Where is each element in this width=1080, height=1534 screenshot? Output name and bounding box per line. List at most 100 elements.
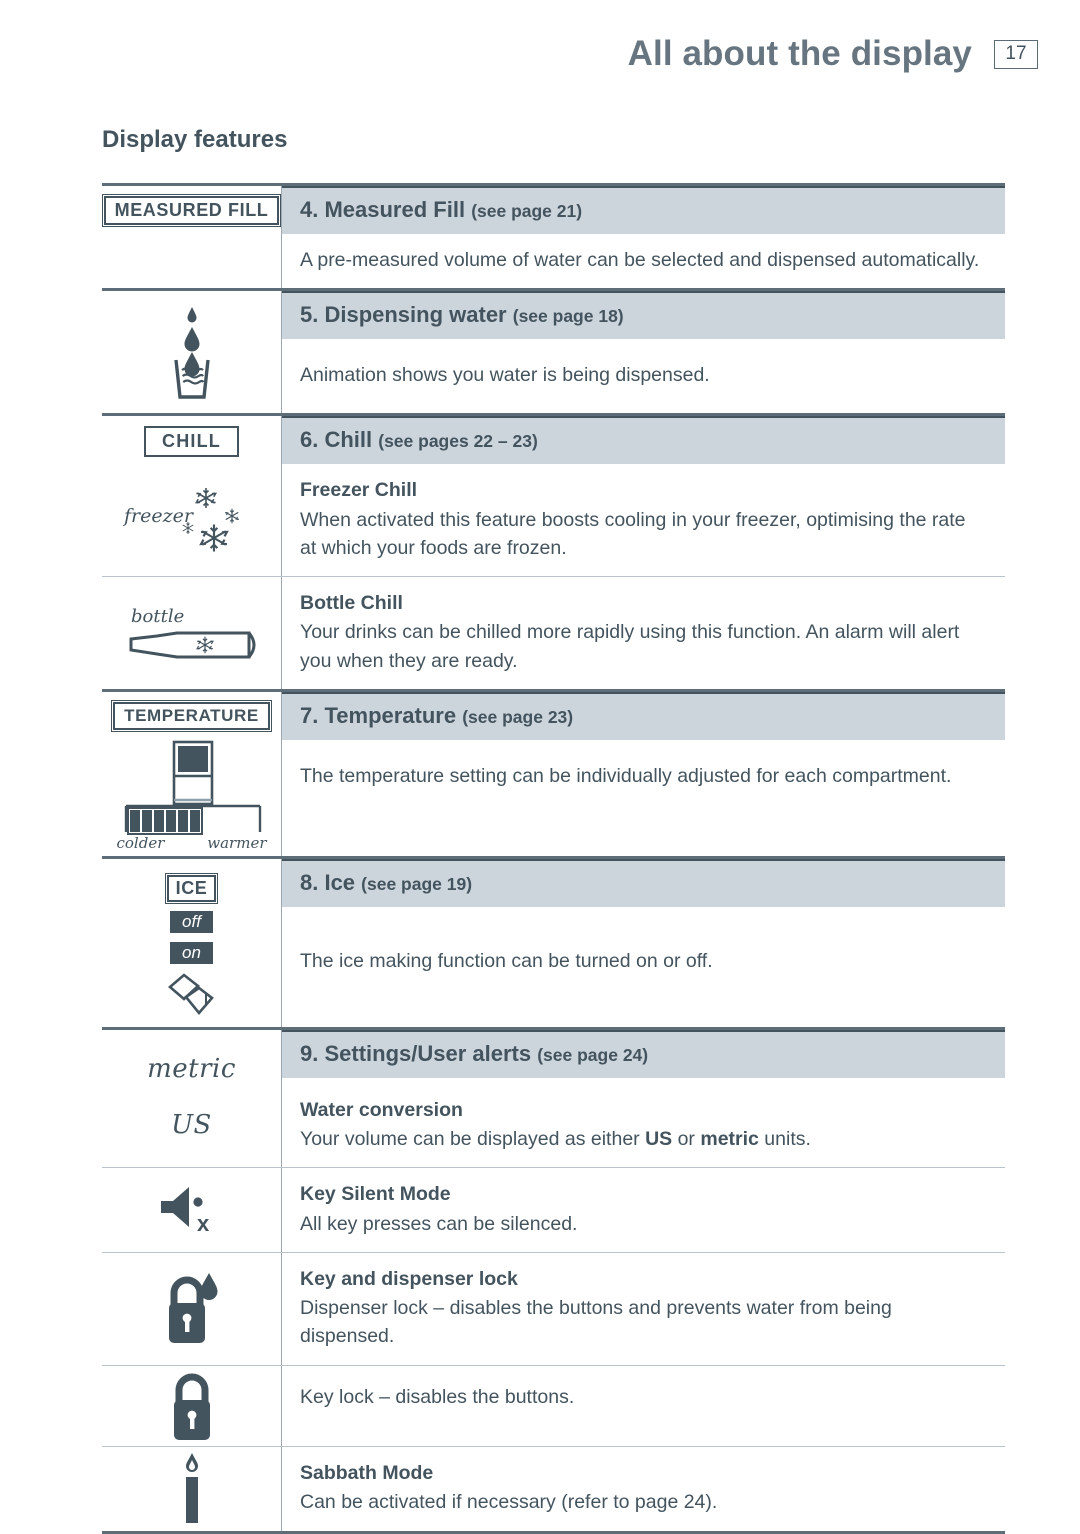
icon-cell-freezer-chill: freezer: [102, 464, 282, 577]
feature-bar-ref: (see page 18): [512, 306, 624, 327]
sub-feature-body: All key presses can be silenced.: [300, 1212, 578, 1235]
table-row: TEMPERATURE colder warmer 7. Temperature…: [102, 691, 1005, 856]
body-bold-us: US: [645, 1128, 673, 1151]
page-number: 17: [1005, 43, 1027, 64]
ice-cubes-icon: [166, 973, 218, 1017]
sub-feature-body: Your volume can be displayed as either U…: [300, 1125, 987, 1153]
feature-bar-settings: 9. Settings/User alerts (see page 24): [282, 1029, 1005, 1078]
table-row: CHILL 6. Chill (see pages 22 – 23): [102, 416, 1005, 465]
feature-group-dispensing-water: 5. Dispensing water (see page 18) Animat…: [102, 288, 1005, 414]
table-row: freezer Freezer Chill When activated thi…: [102, 464, 1005, 577]
feature-group-ice: ICE off on 8. Ice (see page 19) The ice …: [102, 855, 1005, 1027]
page-number-badge: 17: [994, 39, 1038, 69]
temperature-badge-icon: TEMPERATURE: [110, 699, 273, 733]
ice-on-badge: on: [170, 941, 213, 964]
feature-body-sabbath-mode: Sabbath Mode Can be activated if necessa…: [282, 1447, 1005, 1531]
page-title: All about the display: [627, 34, 972, 73]
table-row: 5. Dispensing water (see page 18) Animat…: [102, 291, 1005, 414]
icon-cell-sabbath-mode: [102, 1446, 282, 1531]
feature-bar-measured-fill: 4. Measured Fill (see page 21): [282, 186, 1005, 234]
feature-group-measured-fill: MEASURED FILL 4. Measured Fill (see page…: [100, 183, 1005, 289]
icon-cell-temperature: TEMPERATURE colder warmer: [102, 691, 282, 856]
feature-bar-dispensing-water: 5. Dispensing water (see page 18): [282, 291, 1005, 340]
svg-text:bottle: bottle: [131, 606, 184, 627]
table-row: metric US 9. Settings/User alerts (see p…: [102, 1029, 1005, 1168]
feature-body-ice: The ice making function can be turned on…: [300, 949, 713, 972]
section-title: Display features: [102, 126, 288, 153]
text-cell-key-dispenser-lock: Key and dispenser lock Dispenser lock – …: [282, 1253, 1005, 1365]
document-page: All about the display 17 Display feature…: [0, 0, 1080, 1534]
feature-bar-title: 4. Measured Fill: [300, 197, 466, 222]
text-cell-freezer-chill: Freezer Chill When activated this featur…: [282, 464, 1005, 576]
chill-badge-icon: CHILL: [144, 426, 239, 458]
icon-cell-units: metric US: [102, 1029, 282, 1168]
feature-bar-ref: (see page 21): [471, 201, 583, 221]
icon-cell-measured-fill: MEASURED FILL: [100, 186, 283, 289]
temperature-colder-label: colder: [116, 833, 165, 852]
feature-body-bottle-chill: Bottle Chill Your drinks can be chilled …: [282, 577, 1005, 689]
table-row: x Key Silent Mode All key presses can be…: [102, 1167, 1005, 1252]
table-row: bottle Bottle Chill Your drinks can be c…: [102, 576, 1005, 689]
feature-bar-title: 6. Chill: [300, 427, 373, 453]
padlock-icon: [166, 1370, 218, 1442]
feature-body-measured-fill: A pre-measured volume of water can be se…: [300, 249, 980, 271]
feature-group-chill: CHILL 6. Chill (see pages 22 – 23) freez…: [102, 413, 1005, 689]
body-mid: or: [672, 1128, 701, 1151]
sub-feature-title: Water conversion: [300, 1098, 463, 1121]
text-cell-key-lock: Key lock – disables the buttons.: [282, 1366, 1005, 1446]
feature-group-settings-user-alerts: metric US 9. Settings/User alerts (see p…: [102, 1026, 1005, 1534]
svg-text:x: x: [197, 1211, 210, 1236]
bottle-snowflake-icon: bottle: [117, 596, 267, 670]
sub-feature-body: Can be activated if necessary (refer to …: [300, 1490, 718, 1513]
sub-feature-title: Sabbath Mode: [300, 1461, 434, 1484]
table-row: ICE off on 8. Ice (see page 19) The ice …: [102, 858, 1005, 1027]
feature-bar-ref: (see pages 22 – 23): [378, 431, 538, 452]
temperature-warmer-label: warmer: [207, 833, 267, 852]
icon-cell-chill: CHILL: [102, 416, 282, 465]
feature-bar-chill: 6. Chill (see pages 22 – 23): [282, 416, 1005, 465]
icon-cell-key-silent-mode: x: [102, 1168, 282, 1252]
feature-bar-title: 7. Temperature: [300, 702, 457, 728]
feature-body-temperature: The temperature setting can be individua…: [300, 764, 952, 787]
feature-body-key-lock: Key lock – disables the buttons.: [300, 1385, 575, 1408]
feature-bar-temperature: 7. Temperature (see page 23): [282, 691, 1005, 740]
temperature-slider-icon: [112, 740, 272, 836]
text-cell-temperature: 7. Temperature (see page 23) The tempera…: [282, 691, 1005, 856]
icon-cell-ice: ICE off on: [102, 858, 282, 1027]
text-cell-dispensing-water: 5. Dispensing water (see page 18) Animat…: [282, 291, 1005, 413]
page-header: All about the display 17: [0, 0, 1080, 74]
units-us-label: US: [171, 1109, 212, 1140]
sub-feature-body: Dispenser lock – disables the buttons an…: [300, 1297, 892, 1348]
water-drops-glass-icon: [162, 304, 222, 400]
candle-icon: [172, 1451, 212, 1527]
feature-bar-title: 8. Ice: [300, 869, 356, 895]
text-cell-bottle-chill: Bottle Chill Your drinks can be chilled …: [282, 577, 1005, 689]
freezer-snowflakes-icon: freezer: [122, 480, 262, 560]
sub-feature-title: Key Silent Mode: [300, 1183, 451, 1206]
icon-cell-dispensing-water: [102, 291, 282, 414]
icon-cell-key-lock: [102, 1365, 282, 1446]
speaker-mute-icon: x: [155, 1181, 229, 1239]
sub-feature-body: When activated this feature boosts cooli…: [300, 508, 966, 559]
body-bold-metric: metric: [700, 1128, 759, 1151]
text-cell-settings: 9. Settings/User alerts (see page 24) Wa…: [282, 1029, 1005, 1168]
ice-badge-icon: ICE: [163, 872, 220, 905]
table-row: MEASURED FILL 4. Measured Fill (see page…: [100, 186, 1005, 289]
body-suffix: units.: [758, 1128, 811, 1151]
feature-bar-title: 5. Dispensing water: [300, 302, 507, 328]
table-row: Sabbath Mode Can be activated if necessa…: [102, 1445, 1005, 1531]
sub-feature-title: Key and dispenser lock: [300, 1267, 518, 1290]
display-features-table: MEASURED FILL 4. Measured Fill (see page…: [100, 183, 1005, 1534]
text-cell-chill: 6. Chill (see pages 22 – 23): [282, 416, 1005, 465]
ice-off-badge: off: [170, 910, 213, 933]
padlock-drop-icon: [161, 1269, 223, 1349]
icon-cell-key-dispenser-lock: [102, 1252, 282, 1365]
feature-bar-ice: 8. Ice (see page 19): [282, 858, 1005, 907]
units-metric-label: metric: [147, 1053, 236, 1084]
feature-body-freezer-chill: Freezer Chill When activated this featur…: [282, 464, 1005, 576]
text-cell-key-silent-mode: Key Silent Mode All key presses can be s…: [282, 1168, 1005, 1252]
sub-feature-body: Your drinks can be chilled more rapidly …: [300, 621, 960, 672]
feature-bar-title: 9. Settings/User alerts: [300, 1040, 532, 1066]
icon-cell-bottle-chill: bottle: [102, 577, 282, 689]
feature-body-water-conversion: Water conversion Your volume can be disp…: [282, 1078, 1005, 1168]
